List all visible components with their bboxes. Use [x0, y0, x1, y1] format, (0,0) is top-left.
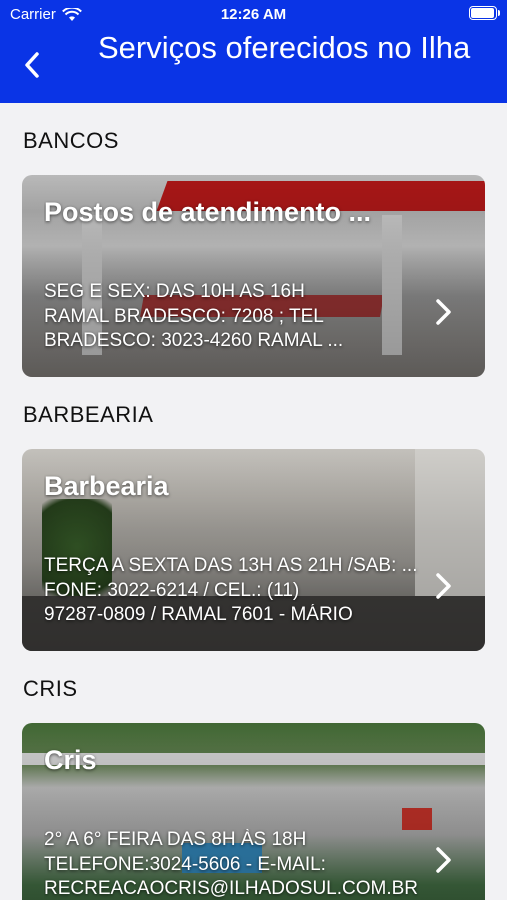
card-title: Barbearia — [44, 471, 169, 501]
card-line-2: FONE: 3022-6214 / CEL.: (11) — [44, 580, 300, 601]
section-heading-cris: CRIS — [23, 676, 78, 701]
card-line-3: 97287-0809 / RAMAL 7601 - MÁRIO — [44, 604, 353, 625]
section-heading-barbearia: BARBEARIA — [23, 402, 154, 427]
back-button[interactable] — [16, 48, 48, 82]
card-line-3: BRADESCO: 3023-4260 RAMAL ... — [44, 330, 344, 351]
chevron-right-icon — [436, 299, 451, 325]
card-line-1: SEG E SEX: DAS 10H AS 16H — [44, 281, 305, 302]
card-line-2: TELEFONE:3024-5606 - E-MAIL: — [44, 854, 326, 875]
status-time: 12:26 AM — [220, 6, 287, 23]
status-bar: Carrier 12:26 AM — [0, 0, 507, 30]
card-line-1: 2° A 6° FEIRA DAS 8H ÀS 18H — [44, 829, 307, 850]
chevron-left-icon — [25, 52, 39, 78]
card-title: Postos de atendimento ... — [44, 197, 372, 227]
card-title: Cris — [44, 745, 97, 775]
service-card-bancos[interactable]: Postos de atendimento ... SEG E SEX: DAS… — [22, 175, 485, 377]
chevron-right-icon — [436, 573, 451, 599]
battery-level — [471, 8, 494, 18]
card-line-2: RAMAL BRADESCO: 7208 ; TEL — [44, 306, 324, 327]
battery-icon — [469, 6, 500, 20]
service-card-barbearia[interactable]: Barbearia TERÇA A SEXTA DAS 13H AS 21H /… — [22, 449, 485, 651]
page-title: Serviços oferecidos no Ilha — [98, 30, 471, 65]
chevron-right-icon — [436, 847, 451, 873]
card-line-3: RECREACAOCRIS@ILHADOSUL.COM.BR — [44, 878, 419, 899]
navigation-header: Carrier 12:26 AM Serviços oferecidos no … — [0, 0, 507, 103]
card-line-1: TERÇA A SEXTA DAS 13H AS 21H /SAB: ... — [44, 555, 418, 576]
section-heading-bancos: BANCOS — [23, 128, 119, 153]
service-card-cris[interactable]: Cris 2° A 6° FEIRA DAS 8H ÀS 18H TELEFON… — [22, 723, 485, 900]
